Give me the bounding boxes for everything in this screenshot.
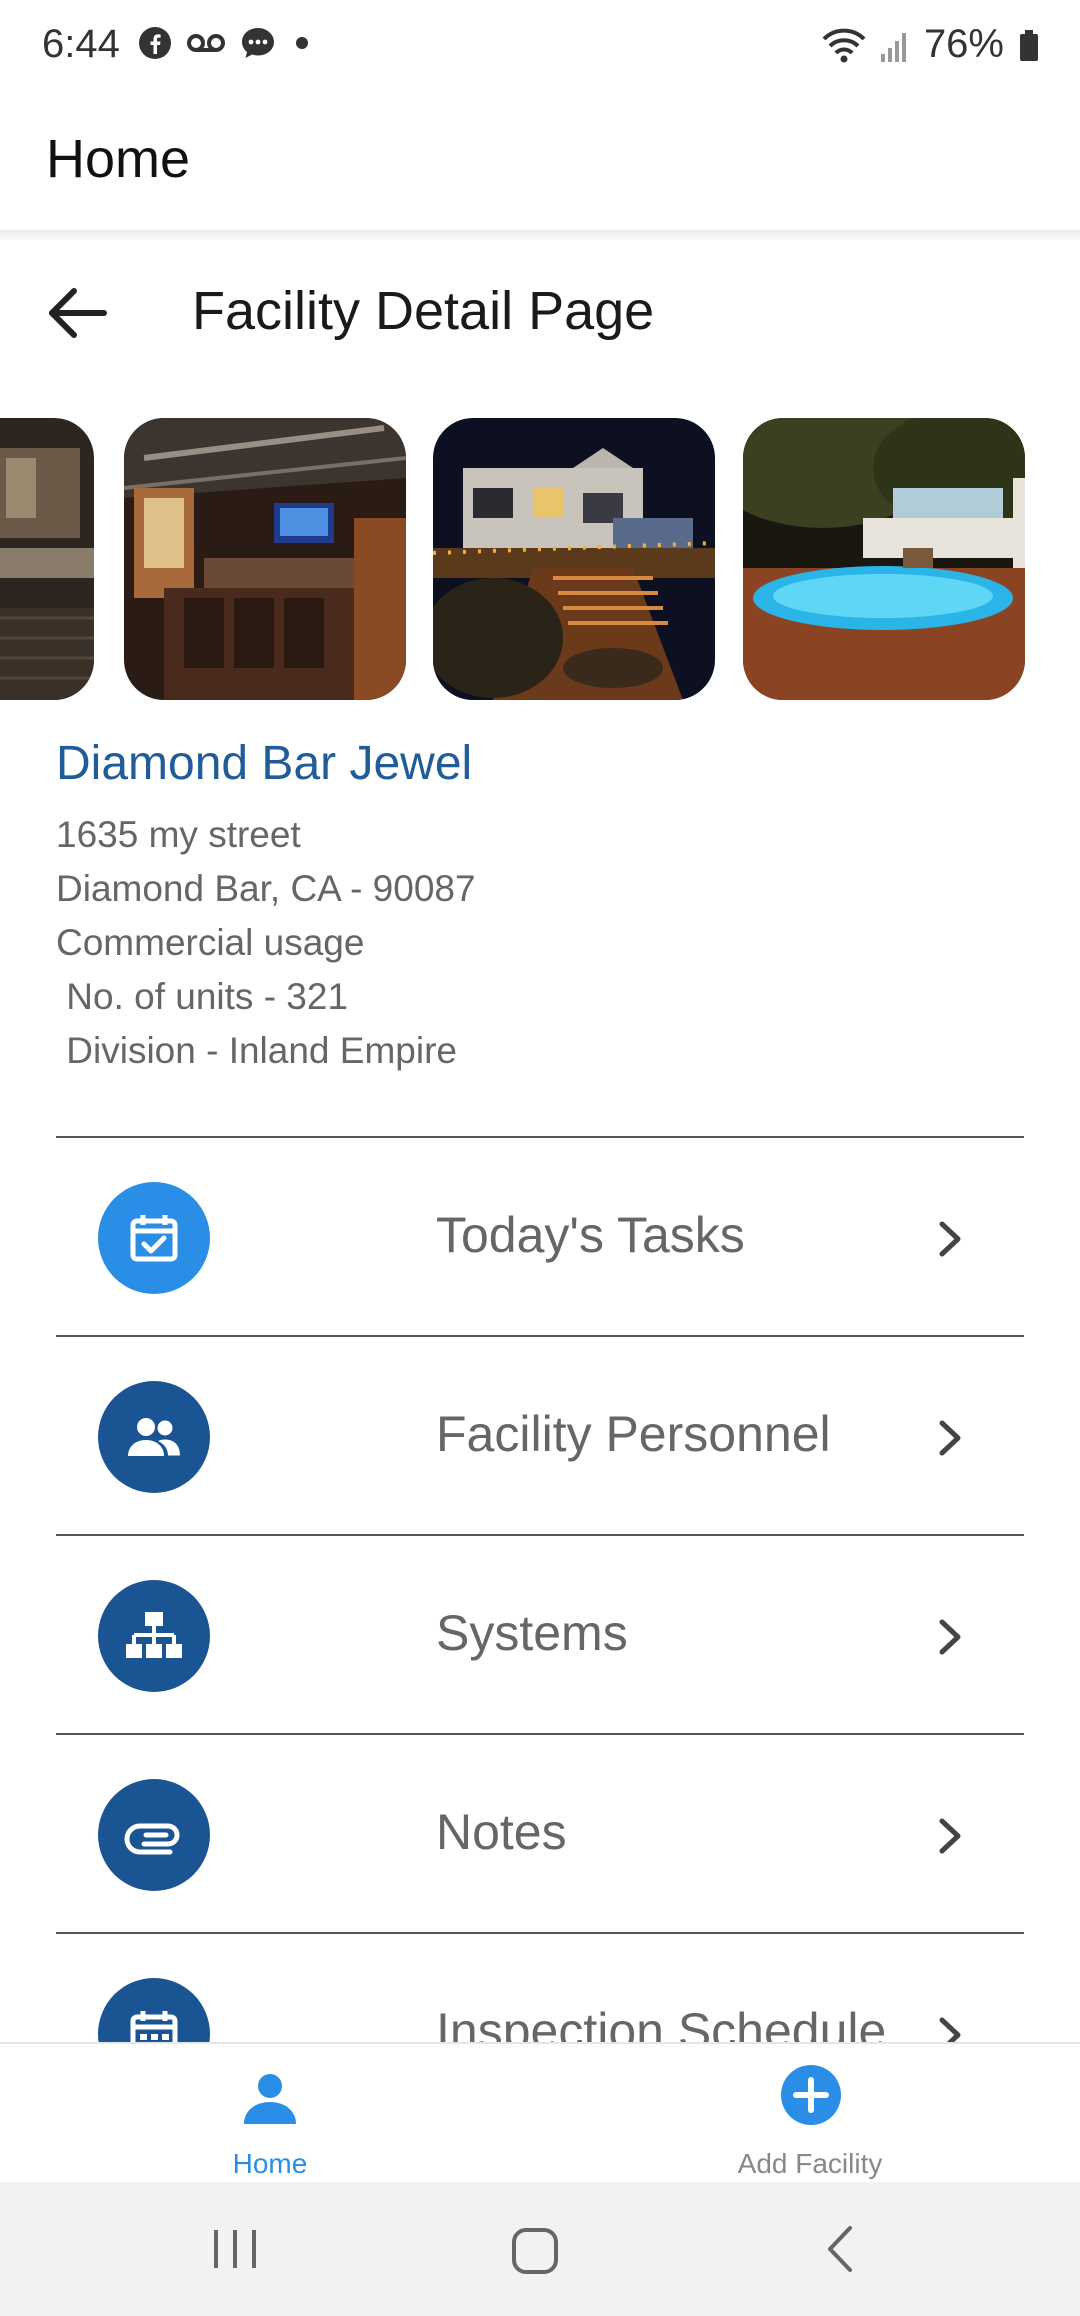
- home-button-icon[interactable]: [510, 2226, 560, 2276]
- header-divider: [0, 230, 1080, 240]
- menu-item-todays-tasks[interactable]: Today's Tasks: [56, 1136, 1024, 1336]
- menu-item-facility-personnel[interactable]: Facility Personnel: [56, 1335, 1024, 1535]
- chevron-right-icon: [939, 1619, 961, 1655]
- menu-label: Systems: [436, 1605, 628, 1661]
- chat-icon: [242, 28, 274, 58]
- chevron-right-icon: [939, 1420, 961, 1456]
- facility-address-line1: 1635 my street: [56, 814, 301, 855]
- facility-units: No. of units - 321: [56, 976, 349, 1017]
- system-navigation-bar: [0, 2182, 1080, 2316]
- back-arrow-icon[interactable]: [44, 278, 114, 348]
- voicemail-icon: [187, 34, 225, 52]
- nav-tab-home[interactable]: Home: [120, 2044, 420, 2184]
- menu-label: Today's Tasks: [436, 1207, 745, 1263]
- calendar-check-icon: [98, 1182, 210, 1294]
- facility-photo[interactable]: [0, 418, 94, 700]
- nav-tab-add-facility[interactable]: Add Facility: [660, 2044, 960, 2184]
- dot-icon: [296, 37, 308, 49]
- add-circle-icon: [781, 2065, 841, 2125]
- menu-item-notes[interactable]: Notes: [56, 1733, 1024, 1933]
- notification-icons: [138, 26, 310, 60]
- facebook-icon: [139, 27, 171, 59]
- facility-address-line2: Diamond Bar, CA - 90087: [56, 868, 476, 909]
- chevron-right-icon: [939, 1818, 961, 1854]
- chevron-right-icon: [939, 1221, 961, 1257]
- facility-usage: Commercial usage: [56, 922, 365, 963]
- facility-photo[interactable]: [433, 418, 715, 700]
- menu-label: Inspection Schedule: [436, 2003, 887, 2042]
- top-header: Home: [0, 90, 1080, 230]
- back-button-icon[interactable]: [820, 2224, 860, 2274]
- system-status: 76%: [822, 22, 1040, 67]
- menu-label: Facility Personnel: [436, 1406, 831, 1462]
- facility-name: Diamond Bar Jewel: [56, 737, 473, 790]
- menu-item-inspection-schedule[interactable]: Inspection Schedule: [56, 1932, 1024, 2042]
- nav-label-add-facility: Add Facility: [737, 2148, 883, 2179]
- wifi-icon: [822, 28, 866, 62]
- people-icon: [98, 1381, 210, 1493]
- calendar-icon: [98, 1978, 210, 2042]
- person-icon: [244, 2074, 296, 2124]
- facility-photo[interactable]: [124, 418, 406, 700]
- menu-item-systems[interactable]: Systems: [56, 1534, 1024, 1734]
- nav-label-home: Home: [232, 2148, 308, 2179]
- bottom-navigation: Home Add Facility: [0, 2042, 1080, 2184]
- status-time: 6:44: [42, 22, 120, 66]
- recent-apps-icon[interactable]: [210, 2226, 260, 2272]
- chevron-right-icon: [939, 2017, 961, 2042]
- status-bar: 6:44 76%: [0, 0, 1080, 90]
- page-title: Facility Detail Page: [192, 281, 655, 341]
- facility-detail-content[interactable]: Diamond Bar Jewel 1635 my street Diamond…: [0, 390, 1080, 2042]
- menu-label: Notes: [436, 1804, 567, 1860]
- facility-division: Division - Inland Empire: [56, 1030, 457, 1071]
- facility-photo[interactable]: [743, 418, 1025, 700]
- photo-gallery[interactable]: [0, 418, 1080, 700]
- signal-icon: [880, 32, 906, 62]
- hierarchy-icon: [98, 1580, 210, 1692]
- battery-icon: [1020, 29, 1038, 61]
- page-header: Facility Detail Page: [0, 240, 1080, 390]
- paperclip-icon: [98, 1779, 210, 1891]
- battery-percent: 76%: [923, 22, 1004, 66]
- header-title: Home: [46, 129, 191, 189]
